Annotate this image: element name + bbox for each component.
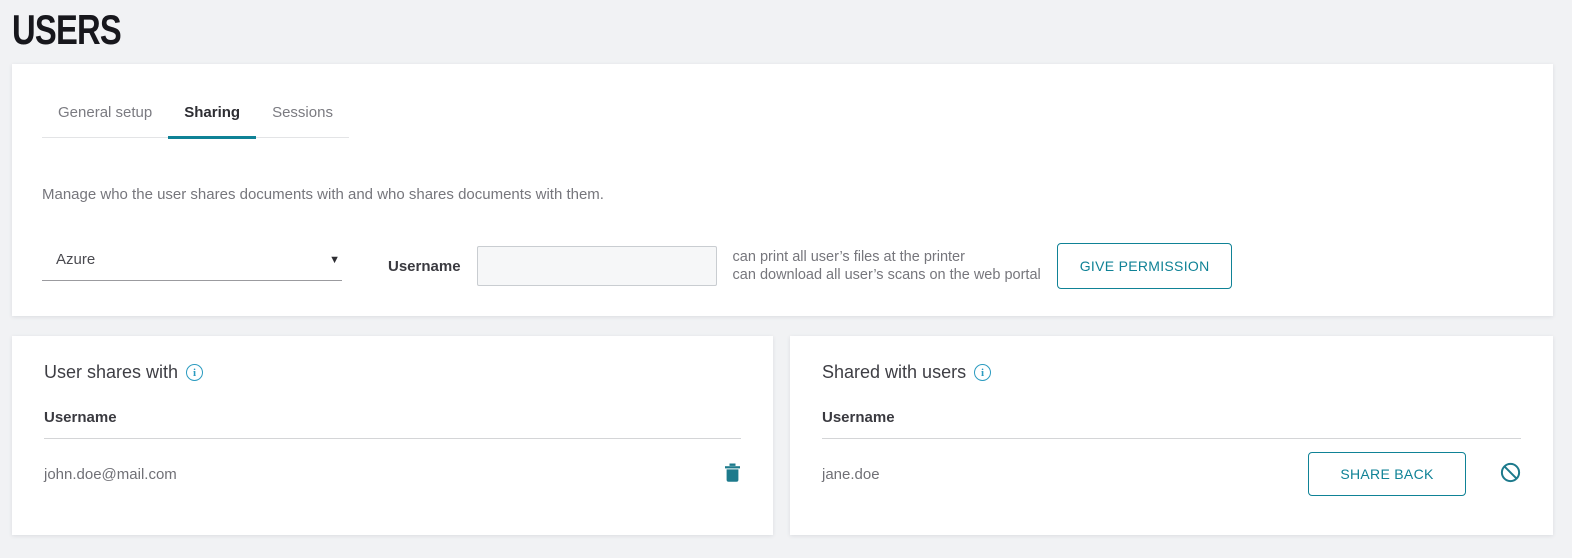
give-permission-button[interactable]: GIVE PERMISSION <box>1057 243 1233 289</box>
share-back-button[interactable]: SHARE BACK <box>1308 452 1466 496</box>
username-column-header: Username <box>822 409 1521 439</box>
users-page: USERS General setup Sharing Sessions Man… <box>0 0 1572 535</box>
user-shares-with-panel: User shares with i Username john.doe@mai… <box>12 336 773 535</box>
username-label: Username <box>388 258 461 275</box>
permission-hint: can print all user’s files at the printe… <box>733 248 1041 284</box>
block-icon <box>1500 462 1521 486</box>
table-row: jane.doe SHARE BACK <box>822 439 1521 501</box>
shared-with-users-title-text: Shared with users <box>822 362 966 383</box>
row-actions: SHARE BACK <box>1308 452 1521 496</box>
chevron-down-icon: ▼ <box>329 254 340 266</box>
user-shares-with-title-text: User shares with <box>44 362 178 383</box>
username-input[interactable] <box>477 246 717 286</box>
tab-sessions[interactable]: Sessions <box>256 104 349 139</box>
delete-share-button[interactable] <box>724 463 741 485</box>
provider-select[interactable]: Azure ▼ <box>42 251 342 281</box>
tab-general-setup[interactable]: General setup <box>42 104 168 139</box>
give-permission-form: Azure ▼ Username can print all user’s fi… <box>42 243 1523 289</box>
tab-sharing[interactable]: Sharing <box>168 104 256 139</box>
sharing-panels: User shares with i Username john.doe@mai… <box>12 336 1553 535</box>
sharing-settings-card: General setup Sharing Sessions Manage wh… <box>12 64 1553 316</box>
info-icon[interactable]: i <box>186 364 203 381</box>
permission-hint-line-1: can print all user’s files at the printe… <box>733 248 1041 266</box>
permission-hint-line-2: can download all user’s scans on the web… <box>733 266 1041 284</box>
shared-with-users-panel: Shared with users i Username jane.doe SH… <box>790 336 1553 535</box>
username-column-header: Username <box>44 409 741 439</box>
page-title: USERS <box>12 10 1214 50</box>
trash-icon <box>724 463 741 485</box>
shared-with-users-title: Shared with users i <box>822 362 1521 383</box>
sharing-description: Manage who the user shares documents wit… <box>42 186 1523 203</box>
user-shares-with-title: User shares with i <box>44 362 741 383</box>
shared-username: jane.doe <box>822 466 880 483</box>
provider-select-value: Azure <box>56 251 95 268</box>
info-icon[interactable]: i <box>974 364 991 381</box>
tab-bar: General setup Sharing Sessions <box>42 104 349 138</box>
table-row: john.doe@mail.com <box>44 439 741 501</box>
shared-username: john.doe@mail.com <box>44 466 177 483</box>
block-share-button[interactable] <box>1500 462 1521 486</box>
